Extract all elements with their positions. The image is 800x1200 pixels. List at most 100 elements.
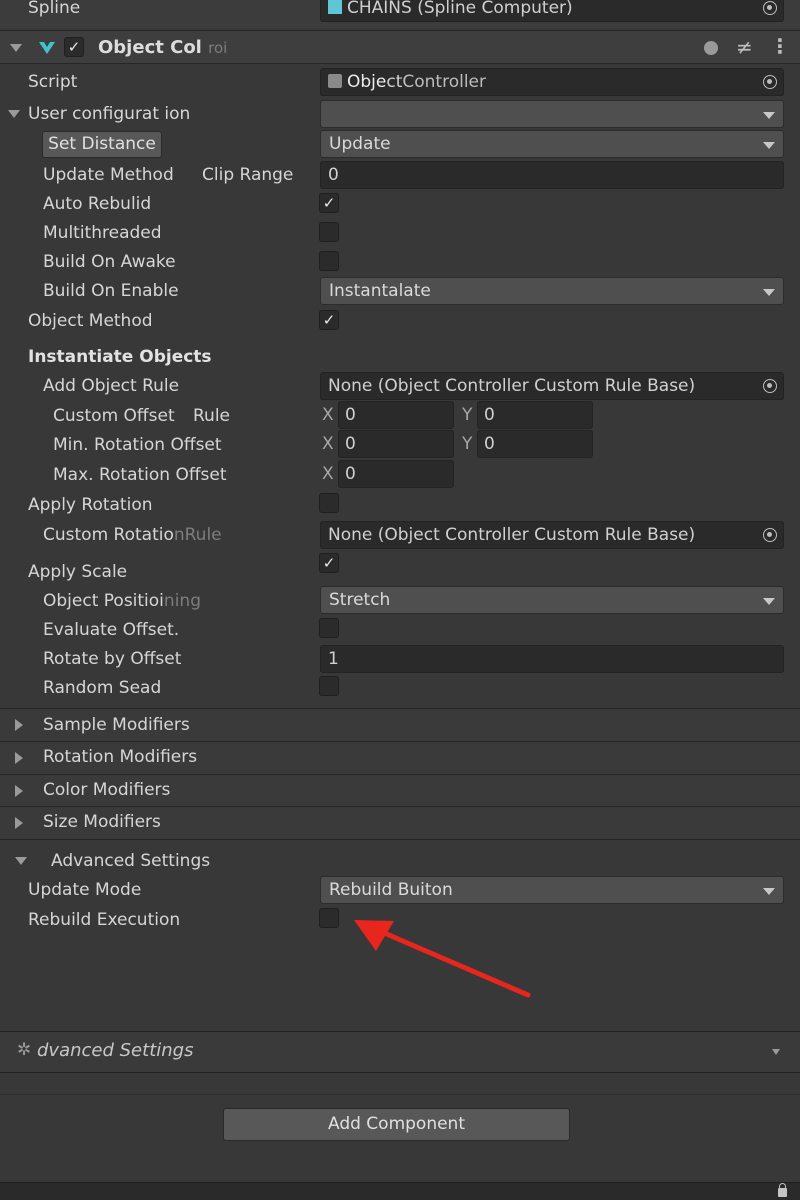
rebuild-execution-label: Rebuild Execution	[28, 910, 181, 930]
collapsed-advanced-label: dvanced Settings	[37, 1040, 194, 1061]
apply-rotation-checkbox[interactable]	[319, 493, 339, 513]
settings-icon: ✲	[17, 1040, 32, 1060]
chevron-right-icon	[15, 785, 23, 797]
chevron-down-icon	[763, 112, 775, 119]
component-title: Object Col roi	[98, 37, 228, 58]
advanced-settings-label[interactable]: Advanced Settings	[51, 851, 210, 871]
max-rotation-x-field[interactable]: 0	[338, 460, 454, 488]
rotate-by-offset-label: Rotate by Offset	[43, 649, 182, 669]
divider	[0, 1094, 800, 1095]
foldout-label: Sample Modifiers	[43, 715, 190, 735]
script-object-field[interactable]: ObjectController	[320, 68, 784, 96]
object-positioning-dropdown[interactable]: Stretch	[320, 586, 784, 614]
chevron-down-icon	[763, 888, 775, 895]
object-picker-icon[interactable]	[763, 1, 777, 15]
x-label: X	[322, 464, 334, 484]
foldout-label: Size Modifiers	[43, 812, 161, 832]
add-component-button[interactable]: Add Component	[223, 1108, 570, 1141]
x-label: X	[322, 434, 334, 454]
custom-offset-rule-label: Rule	[193, 406, 231, 426]
spline-object-value: CHAINS (Spline Computer)	[347, 0, 573, 18]
context-menu-icon[interactable]: ⋮	[770, 34, 790, 58]
apply-rotation-label: Apply Rotation	[28, 495, 153, 515]
clip-range-label: Clip Range	[202, 165, 294, 185]
rotate-by-offset-field[interactable]: 1	[320, 645, 784, 673]
set-distance-button[interactable]: Set Distance	[42, 131, 162, 158]
evaluate-offset-checkbox[interactable]	[319, 618, 339, 638]
script-file-icon	[328, 74, 342, 88]
component-enabled-checkbox[interactable]: ✓	[64, 37, 84, 57]
foldout-rotation-modifiers[interactable]: Rotation Modifiers	[0, 742, 800, 774]
foldout-label: Rotation Modifiers	[43, 747, 198, 767]
user-config-dropdown[interactable]	[320, 100, 784, 128]
evaluate-offset-label: Evaluate Offset.	[43, 620, 180, 640]
spline-object-field[interactable]: CHAINS (Spline Computer)	[320, 0, 784, 22]
help-icon[interactable]	[704, 41, 718, 55]
script-value-mid: ct	[386, 72, 403, 92]
min-rotation-offset-label: Min. Rotation Offset	[53, 435, 222, 455]
component-header[interactable]: ✓ Object Col roi ≠ ⋮	[0, 30, 800, 64]
set-distance-dropdown[interactable]: Update	[320, 130, 784, 158]
instantiate-objects-header: Instantiate Objects	[28, 347, 212, 367]
min-rotation-y-field[interactable]: 0	[477, 430, 593, 458]
object-picker-icon[interactable]	[763, 528, 777, 542]
add-object-rule-field[interactable]: None (Object Controller Custom Rule Base…	[320, 372, 784, 400]
component-foldout-icon[interactable]	[10, 44, 22, 52]
min-rotation-x-field[interactable]: 0	[338, 430, 454, 458]
update-method-label: Update Method	[43, 165, 174, 185]
script-value-bold: Obje	[347, 72, 387, 92]
object-method-label: Object Method	[28, 311, 153, 331]
chevron-down-icon	[763, 598, 775, 605]
y-label: Y	[462, 405, 473, 425]
object-picker-icon[interactable]	[763, 379, 777, 393]
auto-rebuild-label: Auto Rebulid	[43, 194, 152, 214]
bottom-status-bar	[0, 1182, 800, 1200]
user-config-label[interactable]: User configurat ion	[28, 104, 190, 124]
divider	[0, 1072, 800, 1073]
auto-rebuild-checkbox[interactable]: ✓	[319, 193, 339, 213]
random-seed-checkbox[interactable]	[319, 676, 339, 696]
spline-label: Spline	[28, 0, 81, 18]
build-on-enable-dropdown[interactable]: Instantalate	[320, 277, 784, 305]
custom-rotation-rule-field[interactable]: None (Object Controller Custom Rule Base…	[320, 521, 784, 549]
build-on-awake-checkbox[interactable]	[319, 251, 339, 271]
update-mode-label: Update Mode	[28, 880, 142, 900]
object-method-checkbox[interactable]: ✓	[319, 310, 339, 330]
foldout-sample-modifiers[interactable]: Sample Modifiers	[0, 709, 800, 741]
add-object-rule-label: Add Object Rule	[43, 376, 180, 396]
foldout-size-modifiers[interactable]: Size Modifiers	[0, 807, 800, 839]
custom-offset-x-field[interactable]: 0	[338, 401, 454, 429]
object-positioning-label: Object Positioining	[43, 591, 201, 611]
component-title-faint: roi	[208, 39, 228, 57]
chevron-down-icon	[772, 1049, 780, 1055]
custom-offset-y-field[interactable]: 0	[477, 401, 593, 429]
build-on-enable-value: Instantalate	[329, 281, 431, 301]
rebuild-execution-checkbox[interactable]	[319, 908, 339, 928]
max-rotation-offset-label: Max. Rotation Offset	[53, 465, 227, 485]
script-label: Script	[28, 72, 78, 92]
presets-icon[interactable]: ≠	[736, 35, 753, 59]
random-seed-label: Random Sead	[43, 678, 162, 698]
object-picker-icon[interactable]	[763, 75, 777, 89]
object-positioning-value: Stretch	[329, 590, 391, 610]
multithreaded-label: Multithreaded	[43, 223, 162, 243]
clip-range-field[interactable]: 0	[320, 161, 784, 189]
custom-rotation-rule-label: Custom RotationRule	[43, 525, 222, 545]
update-mode-dropdown[interactable]: Rebuild Buiton	[320, 876, 784, 904]
apply-scale-checkbox[interactable]: ✓	[319, 553, 339, 573]
user-config-foldout-icon[interactable]	[8, 110, 20, 118]
update-mode-value: Rebuild Buiton	[329, 880, 453, 900]
chevron-right-icon	[15, 817, 23, 829]
add-object-rule-value: None (Object Controller Custom Rule Base…	[328, 376, 696, 396]
spline-row: Spline CHAINS (Spline Computer)	[0, 0, 800, 28]
chevron-down-icon	[763, 142, 775, 149]
foldout-color-modifiers[interactable]: Color Modifiers	[0, 775, 800, 807]
chevron-down-icon	[763, 289, 775, 296]
collapsed-advanced-settings[interactable]: ✲ dvanced Settings	[0, 1032, 800, 1072]
advanced-settings-foldout-icon[interactable]	[15, 857, 27, 865]
divider	[0, 839, 800, 840]
chevron-right-icon	[15, 719, 23, 731]
custom-rotation-rule-value: None (Object Controller Custom Rule Base…	[328, 525, 696, 545]
x-label: X	[322, 405, 334, 425]
multithreaded-checkbox[interactable]	[319, 222, 339, 242]
